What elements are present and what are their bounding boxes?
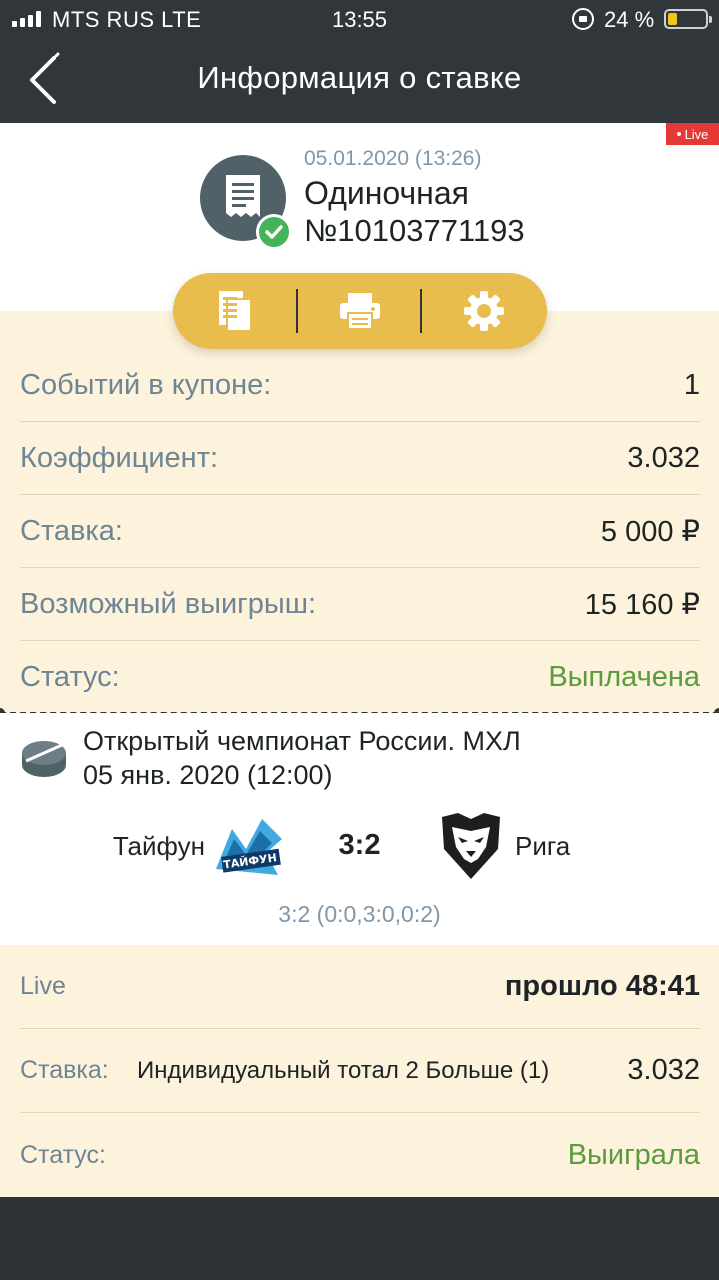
battery-icon [664,9,712,29]
action-toolbar [173,273,547,349]
detail-value: 5 000 ₽ [600,515,700,548]
detail-row-events: Событий в купоне: 1 [20,349,700,422]
detail-value: 1 [683,368,700,401]
elapsed-time: прошло 48:41 [504,970,700,1002]
live-row: Live прошло 48:41 [20,945,700,1029]
status-value: Выплачена [548,661,700,693]
status-label: Статус: [20,1140,106,1169]
documents-button[interactable] [175,273,295,349]
detail-label: Событий в купоне: [20,368,272,401]
event-date: 05 янв. 2020 (12:00) [83,760,333,790]
detail-label: Статус: [20,661,120,693]
bet-type: Одиночная [304,175,469,211]
status-bar: MTS RUS LTE 13:55 24 % [0,0,719,38]
bet-market: Индивидуальный тотал 2 Больше (1) [137,1056,550,1084]
detail-row-possible-win: Возможный выигрыш: 15 160 ₽ [20,568,700,641]
bet-date: 05.01.2020 (13:26) [304,147,482,170]
live-badge-label: Live [684,126,709,142]
detail-row-status: Статус: Выплачена [20,641,700,714]
detail-label: Ставка: [20,514,123,547]
toolbar-divider [420,289,422,333]
bet-label: Ставка: [20,1056,109,1084]
settings-button[interactable] [424,273,544,349]
team2-logo [438,811,504,881]
status-value: Выиграла [567,1138,700,1171]
detail-row-odds: Коэффициент: 3.032 [20,422,700,495]
live-label: Live [20,972,66,1000]
gear-icon [464,291,504,331]
bottom-bar [0,1197,719,1280]
bet-details: Событий в купоне: 1 Коэффициент: 3.032 С… [0,273,719,718]
detail-value: 3.032 [627,441,700,474]
bet-row: Ставка: Индивидуальный тотал 2 Больше (1… [20,1029,700,1113]
check-icon [256,214,292,250]
rotation-lock-icon [572,8,594,30]
documents-icon [219,291,252,332]
page-title: Информация о ставке [197,60,522,95]
team2-name: Рига [515,831,571,861]
tournament-name: Открытый чемпионат России. МХЛ [83,726,521,756]
nav-bar: Информация о ставке [0,38,719,123]
period-score: 3:2 (0:0,3:0,0:2) [278,901,441,927]
toolbar-divider [296,289,298,333]
event-card: Открытый чемпионат России. МХЛ 05 янв. 2… [0,713,719,945]
detail-value: 15 160 ₽ [584,588,700,621]
battery-percent: 24 % [604,7,655,32]
detail-row-stake: Ставка: 5 000 ₽ [20,495,700,568]
print-button[interactable] [300,273,420,349]
hockey-puck-icon [22,741,66,777]
detail-label: Возможный выигрыш: [20,587,317,620]
live-badge: Live [666,123,719,145]
printer-icon [340,293,380,330]
bet-info: Live прошло 48:41 Ставка: Индивидуальный… [0,945,719,1197]
match-score: 3:2 [338,829,381,861]
bet-number: №10103771193 [304,213,525,248]
status-row: Статус: Выиграла [20,1113,700,1197]
bet-odds: 3.032 [627,1054,700,1086]
detail-label: Коэффициент: [20,441,219,474]
